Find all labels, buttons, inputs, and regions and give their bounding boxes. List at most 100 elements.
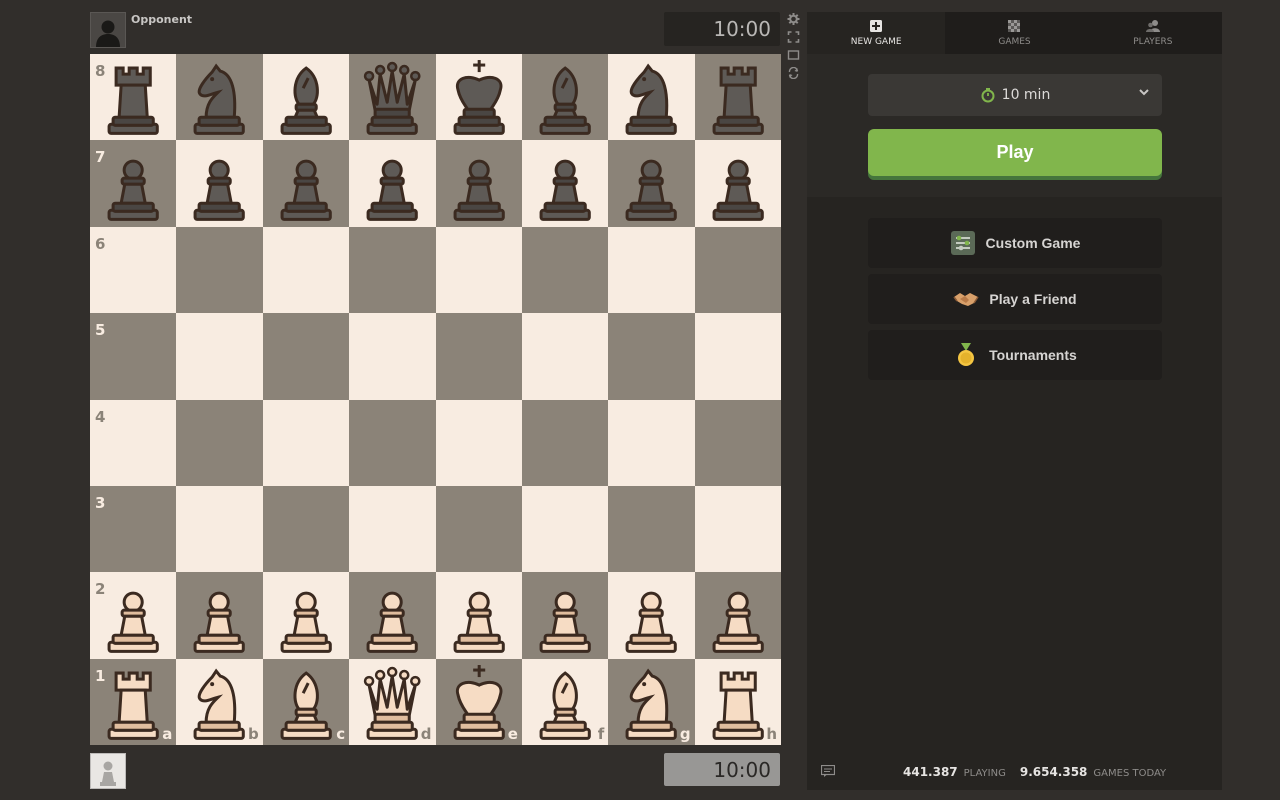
square-b7[interactable] [176, 140, 263, 227]
square-b4[interactable] [176, 399, 263, 486]
board-theme-icon[interactable] [787, 49, 800, 61]
square-a2[interactable]: 2 [90, 572, 177, 659]
square-d3[interactable] [349, 485, 436, 573]
custom-game-button[interactable]: Custom Game [868, 218, 1162, 268]
square-g1[interactable]: g [608, 658, 695, 745]
chat-icon[interactable] [821, 765, 835, 777]
square-d4[interactable] [349, 399, 436, 486]
square-h4[interactable] [694, 399, 781, 486]
square-h7[interactable] [694, 140, 781, 227]
square-e2[interactable] [435, 572, 522, 659]
chess-board[interactable]: 8 7 6 5 4 3 2 1 a b c d e f g h [90, 54, 781, 745]
time-control-select[interactable]: 10 min [868, 74, 1162, 116]
square-a3[interactable]: 3 [90, 485, 177, 573]
black-pawn-icon[interactable] [263, 140, 349, 226]
square-f4[interactable] [521, 399, 609, 486]
white-pawn-icon[interactable] [176, 572, 262, 658]
square-c1[interactable]: c [262, 658, 350, 745]
square-b2[interactable] [176, 572, 263, 659]
square-a4[interactable]: 4 [90, 399, 177, 486]
square-a7[interactable]: 7 [90, 140, 177, 227]
play-a-friend-button[interactable]: Play a Friend [868, 274, 1162, 324]
square-h8[interactable] [694, 54, 781, 141]
square-f7[interactable] [521, 140, 609, 227]
white-pawn-icon[interactable] [349, 572, 435, 658]
square-g7[interactable] [608, 140, 695, 227]
square-e7[interactable] [435, 140, 522, 227]
tournaments-button[interactable]: Tournaments [868, 330, 1162, 380]
square-e5[interactable] [435, 313, 522, 400]
black-bishop-icon[interactable] [263, 54, 349, 140]
square-h3[interactable] [694, 485, 781, 573]
square-c6[interactable] [262, 226, 350, 314]
black-pawn-icon[interactable] [436, 140, 522, 226]
black-king-icon[interactable] [436, 54, 522, 140]
square-c8[interactable] [262, 54, 350, 141]
square-b1[interactable]: b [176, 658, 263, 745]
tab-games[interactable]: GAMES [945, 12, 1083, 54]
square-b3[interactable] [176, 485, 263, 573]
fullscreen-icon[interactable] [787, 31, 800, 43]
black-rook-icon[interactable] [695, 54, 781, 140]
square-b5[interactable] [176, 313, 263, 400]
square-h1[interactable]: h [694, 658, 781, 745]
square-a1[interactable]: 1a [90, 658, 177, 745]
square-c5[interactable] [262, 313, 350, 400]
white-pawn-icon[interactable] [522, 572, 608, 658]
square-d7[interactable] [349, 140, 436, 227]
flip-board-icon[interactable] [787, 67, 800, 79]
square-f8[interactable] [521, 54, 609, 141]
square-d2[interactable] [349, 572, 436, 659]
square-e3[interactable] [435, 485, 522, 573]
square-a5[interactable]: 5 [90, 313, 177, 400]
square-b8[interactable] [176, 54, 263, 141]
square-d1[interactable]: d [349, 658, 436, 745]
white-pawn-icon[interactable] [263, 572, 349, 658]
square-g2[interactable] [608, 572, 695, 659]
square-h5[interactable] [694, 313, 781, 400]
gear-icon[interactable] [787, 13, 800, 25]
black-pawn-icon[interactable] [608, 140, 694, 226]
square-e4[interactable] [435, 399, 522, 486]
square-d5[interactable] [349, 313, 436, 400]
square-f5[interactable] [521, 313, 609, 400]
black-knight-icon[interactable] [176, 54, 262, 140]
square-d6[interactable] [349, 226, 436, 314]
square-e1[interactable]: e [435, 658, 522, 745]
square-c2[interactable] [262, 572, 350, 659]
square-h6[interactable] [694, 226, 781, 314]
square-e6[interactable] [435, 226, 522, 314]
square-g4[interactable] [608, 399, 695, 486]
square-g6[interactable] [608, 226, 695, 314]
square-f6[interactable] [521, 226, 609, 314]
square-g5[interactable] [608, 313, 695, 400]
tab-players[interactable]: PLAYERS [1084, 12, 1222, 54]
opponent-name[interactable]: Opponent [131, 13, 192, 26]
play-button[interactable]: Play [868, 129, 1162, 176]
player-avatar[interactable] [90, 753, 126, 789]
white-pawn-icon[interactable] [695, 572, 781, 658]
white-pawn-icon[interactable] [608, 572, 694, 658]
black-pawn-icon[interactable] [176, 140, 262, 226]
square-h2[interactable] [694, 572, 781, 659]
black-knight-icon[interactable] [608, 54, 694, 140]
white-pawn-icon[interactable] [436, 572, 522, 658]
black-pawn-icon[interactable] [695, 140, 781, 226]
square-f1[interactable]: f [521, 658, 609, 745]
square-c7[interactable] [262, 140, 350, 227]
square-b6[interactable] [176, 226, 263, 314]
square-f2[interactable] [521, 572, 609, 659]
square-a8[interactable]: 8 [90, 54, 177, 141]
opponent-avatar[interactable] [90, 12, 126, 48]
square-e8[interactable] [435, 54, 522, 141]
tab-new-game[interactable]: NEW GAME [807, 12, 946, 54]
square-f3[interactable] [521, 485, 609, 573]
square-g8[interactable] [608, 54, 695, 141]
square-c4[interactable] [262, 399, 350, 486]
black-bishop-icon[interactable] [522, 54, 608, 140]
white-bishop-icon[interactable] [522, 659, 608, 745]
black-pawn-icon[interactable] [349, 140, 435, 226]
square-c3[interactable] [262, 485, 350, 573]
square-d8[interactable] [349, 54, 436, 141]
square-a6[interactable]: 6 [90, 226, 177, 314]
